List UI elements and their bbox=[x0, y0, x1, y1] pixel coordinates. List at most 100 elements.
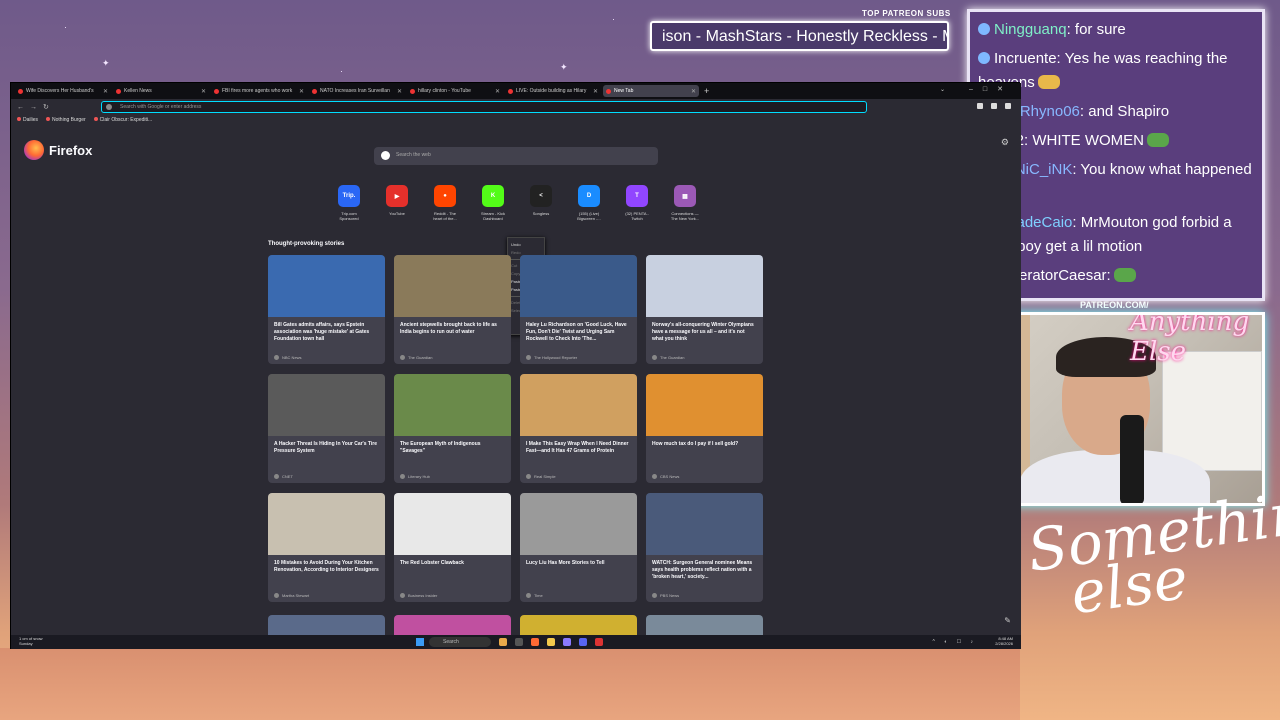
tab-label: Kellen News bbox=[124, 88, 152, 94]
search-engine-icon[interactable] bbox=[106, 104, 112, 110]
system-tray[interactable]: ^ ◐ ☐ ♪ bbox=[932, 639, 977, 645]
menu-icon[interactable] bbox=[1005, 103, 1011, 109]
story-card[interactable]: Ancient stepwells brought back to life a… bbox=[394, 255, 511, 364]
browser-tab[interactable]: Wife Discovers Her Husband's ✕ bbox=[15, 85, 111, 97]
source-icon bbox=[526, 355, 531, 360]
app-icon[interactable] bbox=[515, 638, 523, 646]
browser-tab[interactable]: Kellen News ✕ bbox=[113, 85, 209, 97]
story-card-partial[interactable] bbox=[394, 615, 511, 635]
shortcut-tile[interactable]: Trip. Trip.com Sponsored bbox=[333, 185, 365, 221]
browser-tab[interactable]: hillary clinton - YouTube ✕ bbox=[407, 85, 503, 97]
shortcut-icon: Trip. bbox=[338, 185, 360, 207]
stories-partial-row bbox=[268, 615, 763, 635]
story-card-partial[interactable] bbox=[520, 615, 637, 635]
tab-favicon bbox=[18, 88, 23, 94]
tab-close-icon[interactable]: ✕ bbox=[397, 88, 402, 95]
url-bar[interactable]: Search with Google or enter address bbox=[101, 101, 867, 113]
taskbar-search-label: Search bbox=[443, 639, 459, 645]
taskbar-search[interactable]: Search bbox=[429, 637, 491, 647]
forward-icon[interactable]: → bbox=[30, 104, 37, 111]
folder-icon[interactable] bbox=[547, 638, 555, 646]
account-icon[interactable] bbox=[991, 103, 997, 109]
edit-pencil-icon[interactable]: ✎ bbox=[1004, 616, 1011, 625]
shortcut-tile[interactable]: < Songless bbox=[525, 185, 557, 221]
shortcut-tile[interactable]: D (155) (Live) Bigscreen -... bbox=[573, 185, 605, 221]
browser-tab[interactable]: LIVE: Outside building as Hilary ✕ bbox=[505, 85, 601, 97]
browser-tab[interactable]: NATO Increases Iran Surveillan ✕ bbox=[309, 85, 405, 97]
app-icon[interactable] bbox=[563, 638, 571, 646]
source-label: NBC News bbox=[282, 355, 302, 360]
source-icon bbox=[400, 355, 405, 360]
source-icon bbox=[526, 593, 531, 598]
stories-heading: Thought-provoking stories bbox=[268, 241, 345, 247]
tab-close-icon[interactable]: ✕ bbox=[593, 88, 598, 95]
story-card[interactable]: Norway's all-conquering Winter Olympians… bbox=[646, 255, 763, 364]
story-source: Time bbox=[526, 593, 543, 598]
tab-favicon bbox=[508, 88, 513, 94]
context-menu-item[interactable]: Undo bbox=[511, 241, 541, 249]
tab-close-icon[interactable]: ✕ bbox=[299, 88, 304, 95]
tab-list-chevron-icon[interactable]: ⌄ bbox=[940, 86, 945, 93]
story-image bbox=[520, 255, 637, 317]
story-card[interactable]: 10 Mistakes to Avoid During Your Kitchen… bbox=[268, 493, 385, 602]
tab-close-icon[interactable]: ✕ bbox=[103, 88, 108, 95]
app-icon[interactable] bbox=[499, 638, 507, 646]
story-headline: Ancient stepwells brought back to life a… bbox=[400, 322, 497, 335]
back-icon[interactable]: ← bbox=[17, 104, 24, 111]
story-source: CNET bbox=[274, 474, 293, 479]
source-label: Time bbox=[534, 593, 543, 598]
source-icon bbox=[400, 474, 405, 479]
tab-close-icon[interactable]: ✕ bbox=[201, 88, 206, 95]
discord-icon[interactable] bbox=[579, 638, 587, 646]
chat-message: Ningguanq: for sure bbox=[978, 18, 1254, 42]
shortcut-tile[interactable]: ▦ Connections — The New York... bbox=[669, 185, 701, 221]
story-card[interactable]: The Red Lobster Clawback Business Insider bbox=[394, 493, 511, 602]
google-icon bbox=[381, 151, 390, 160]
shortcut-tile[interactable]: ▶ YouTube bbox=[381, 185, 413, 221]
story-image bbox=[646, 374, 763, 436]
tab-close-icon[interactable]: ✕ bbox=[691, 88, 696, 95]
extension-icon[interactable] bbox=[977, 103, 983, 109]
weather-widget[interactable]: 1 cm of snow Sunday bbox=[19, 636, 43, 646]
story-card[interactable]: A Hacker Threat Is Hiding In Your Car's … bbox=[268, 374, 385, 483]
app-icon[interactable] bbox=[595, 638, 603, 646]
firefox-taskbar-icon[interactable] bbox=[531, 638, 539, 646]
story-card[interactable]: Haley Lu Richardson on 'Good Luck, Have … bbox=[520, 255, 637, 364]
source-label: Literary Hub bbox=[408, 474, 430, 479]
tab-favicon bbox=[312, 88, 317, 94]
clock[interactable]: 8:48 AM 2/28/2026 bbox=[995, 636, 1013, 646]
browser-tab[interactable]: FBI fires more agents who work ✕ bbox=[211, 85, 307, 97]
bookmarks-bar: Dailies Nothing Burger Clair Obscur: Exped… bbox=[11, 115, 1021, 125]
story-card-partial[interactable] bbox=[268, 615, 385, 635]
story-card[interactable]: WATCH: Surgeon General nominee Means say… bbox=[646, 493, 763, 602]
story-headline: I Make This Easy Wrap When I Need Dinner… bbox=[526, 441, 629, 454]
shortcut-tile[interactable]: K Stream - Kick Dashboard bbox=[477, 185, 509, 221]
bookmark-item[interactable]: Dailies bbox=[17, 117, 38, 123]
browser-tab[interactable]: New Tab ✕ bbox=[603, 85, 699, 97]
reload-icon[interactable]: ↻ bbox=[43, 103, 49, 111]
tab-close-icon[interactable]: ✕ bbox=[495, 88, 500, 95]
chat-username: Incruente bbox=[994, 50, 1057, 67]
shortcut-tile[interactable]: ● Reddit - The heart of the... bbox=[429, 185, 461, 221]
start-icon[interactable] bbox=[416, 638, 424, 646]
tab-label: New Tab bbox=[614, 88, 634, 94]
customize-icon[interactable]: ⚙ bbox=[1001, 137, 1009, 148]
tab-label: FBI fires more agents who work bbox=[222, 88, 293, 94]
shortcut-tile[interactable]: T (32) PENTA - Twitch bbox=[621, 185, 653, 221]
emote-icon bbox=[1113, 268, 1136, 282]
story-card[interactable]: I Make This Easy Wrap When I Need Dinner… bbox=[520, 374, 637, 483]
web-search-input[interactable]: Search the web bbox=[374, 147, 658, 165]
story-card[interactable]: The European Myth of Indigenous "Savages… bbox=[394, 374, 511, 483]
source-icon bbox=[274, 474, 279, 479]
bookmark-item[interactable]: Nothing Burger bbox=[46, 117, 86, 123]
new-tab-plus-icon[interactable]: + bbox=[704, 86, 709, 96]
window-controls[interactable]: –□✕ bbox=[969, 85, 1013, 93]
story-card[interactable]: Lucy Liu Has More Stories to Tell Time bbox=[520, 493, 637, 602]
firefox-wordmark: Firefox bbox=[49, 142, 93, 158]
story-card[interactable]: How much tax do I pay if I sell gold? CBS… bbox=[646, 374, 763, 483]
story-card[interactable]: Bill Gates admits affairs, says Epstein … bbox=[268, 255, 385, 364]
patreon-header: TOP PATREON SUBS bbox=[862, 9, 951, 18]
bookmark-item[interactable]: Clair Obscur: Expediti... bbox=[93, 117, 152, 123]
story-card-partial[interactable] bbox=[646, 615, 763, 635]
firefox-logo: Firefox bbox=[24, 140, 92, 160]
